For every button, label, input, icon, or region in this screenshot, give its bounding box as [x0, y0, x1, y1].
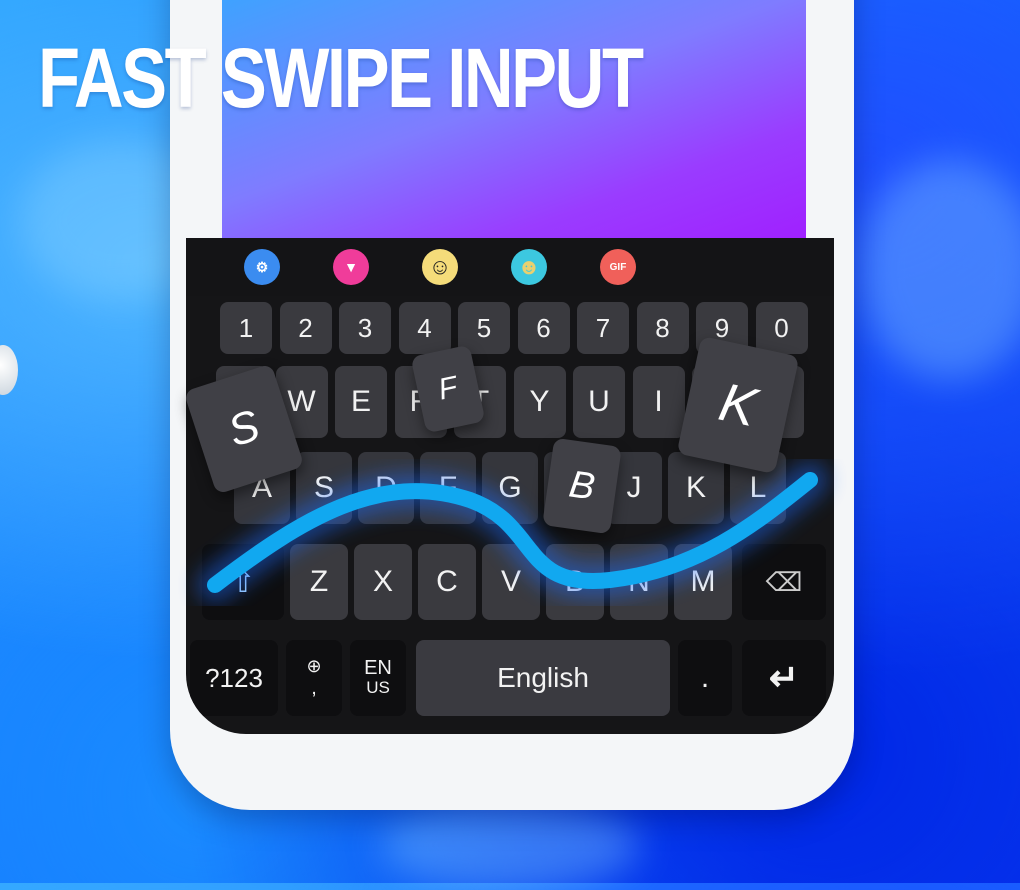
key-f[interactable]: F	[420, 452, 476, 524]
key-n[interactable]: N	[610, 544, 668, 620]
key-2[interactable]: 2	[279, 302, 332, 354]
floating-key-label: S	[222, 400, 266, 457]
key-g[interactable]: G	[482, 452, 538, 524]
key-d[interactable]: D	[358, 452, 414, 524]
key-5[interactable]: 5	[458, 302, 510, 354]
key-label: V	[500, 565, 521, 598]
backspace-key[interactable]: ⌫	[742, 544, 826, 620]
region-code: US	[366, 678, 390, 697]
key-label: 0	[774, 312, 789, 343]
key-label: S	[313, 471, 334, 504]
key-0[interactable]: 0	[755, 302, 808, 354]
language-key[interactable]: EN US	[350, 640, 406, 716]
key-4[interactable]: 4	[398, 302, 451, 354]
key-label: 5	[476, 312, 492, 343]
key-label: L	[749, 471, 767, 504]
key-label: B	[564, 565, 585, 598]
key-label: 2	[298, 312, 313, 343]
key-b[interactable]: B	[546, 544, 604, 620]
key-7[interactable]: 7	[577, 302, 629, 354]
floating-key-b: B	[542, 437, 622, 535]
key-m[interactable]: M	[674, 544, 732, 620]
key-z[interactable]: Z	[290, 544, 348, 620]
key-label: E	[350, 385, 371, 418]
key-c[interactable]: C	[418, 544, 476, 620]
key-label: U	[588, 385, 610, 418]
key-u[interactable]: U	[573, 366, 625, 438]
key-label: C	[436, 565, 458, 598]
key-label: Y	[529, 385, 550, 418]
backspace-icon: ⌫	[765, 566, 803, 597]
key-label: 7	[595, 312, 611, 343]
key-label: Z	[309, 565, 329, 598]
key-i[interactable]: I	[632, 366, 685, 438]
period-key[interactable]: .	[678, 640, 732, 716]
side-decoration	[0, 345, 18, 395]
background-swirl	[380, 800, 640, 890]
key-label: 1	[238, 312, 254, 343]
key-x[interactable]: X	[354, 544, 412, 620]
space-key[interactable]: English	[416, 640, 670, 716]
language-code: EN	[364, 657, 392, 679]
key-label: 6	[536, 312, 551, 343]
key-label: 8	[655, 312, 670, 343]
key-k[interactable]: K	[668, 452, 724, 524]
key-label: K	[685, 471, 706, 504]
shift-key[interactable]: ⇧	[202, 544, 284, 620]
key-label: 3	[357, 312, 373, 343]
emoji-icon[interactable]: ☺	[422, 249, 458, 285]
period-label: .	[700, 661, 710, 694]
key-6[interactable]: 6	[517, 302, 570, 354]
key-label: G	[498, 471, 522, 504]
globe-icon: ⊕	[306, 656, 322, 676]
key-y[interactable]: Y	[513, 366, 566, 438]
settings-icon[interactable]: ⚙	[244, 249, 280, 285]
space-label: English	[497, 662, 589, 693]
key-8[interactable]: 8	[636, 302, 689, 354]
key-1[interactable]: 1	[220, 302, 272, 354]
keyboard-toolbar: ⚙ ▼ ☺ ☻ GIF	[186, 238, 834, 296]
floating-key-label: K	[714, 371, 762, 439]
key-v[interactable]: V	[482, 544, 540, 620]
background-swirl	[860, 160, 1020, 380]
key-3[interactable]: 3	[339, 302, 391, 354]
key-label: F	[438, 471, 458, 504]
floating-key-label: B	[566, 462, 598, 509]
key-label: J	[626, 471, 642, 504]
key-label: I	[654, 385, 663, 418]
shift-icon: ⇧	[230, 565, 256, 599]
key-e[interactable]: E	[335, 366, 387, 438]
key-label: 4	[417, 312, 432, 343]
key-label: D	[375, 471, 397, 504]
key-s[interactable]: S	[296, 452, 352, 524]
comma-label: ,	[311, 677, 317, 699]
headline: FAST SWIPE INPUT	[38, 31, 644, 125]
key-label: M	[690, 565, 716, 598]
gif-icon[interactable]: GIF	[600, 249, 636, 285]
symbols-label: ?123	[205, 662, 263, 693]
key-label: N	[628, 565, 650, 598]
keyboard: ⚙ ▼ ☺ ☻ GIF 1234567890QWERTYUIOPASDFGHJK…	[186, 238, 834, 734]
key-label: W	[287, 385, 316, 418]
key-label: X	[372, 565, 393, 598]
enter-key[interactable]: ↵	[742, 640, 826, 716]
symbols-key[interactable]: ?123	[190, 640, 278, 716]
floating-key-label: F	[435, 370, 461, 407]
sticker-icon[interactable]: ☻	[511, 249, 547, 285]
theme-icon[interactable]: ▼	[333, 249, 369, 285]
enter-icon: ↵	[768, 657, 800, 698]
comma-globe-key[interactable]: ⊕ ,	[286, 640, 342, 716]
